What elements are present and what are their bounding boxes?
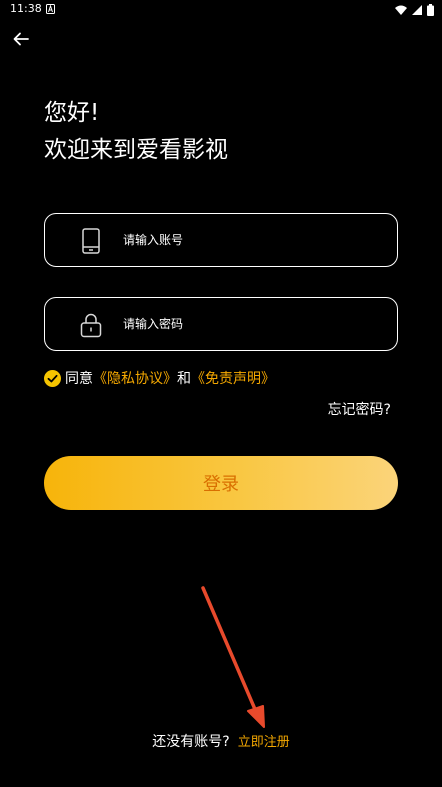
password-field[interactable] [44,297,398,351]
phone-icon [82,228,100,254]
battery-icon [427,4,434,16]
status-time: 11:38 [10,2,42,15]
password-input[interactable] [123,298,383,350]
agree-prefix: 同意 [65,371,93,387]
account-input[interactable] [123,214,383,266]
login-screen: 11:38 您好! 欢迎来到爱看影视 请输入账号 同意 《隐私协议》 和 《免责… [0,0,442,787]
register-row: 还没有账号? 立即注册 [0,731,442,751]
welcome-title: 欢迎来到爱看影视 [44,137,228,163]
agree-conjunction: 和 [177,371,191,387]
login-button[interactable]: 登录 [44,456,398,510]
checkbox-checked-icon[interactable] [44,369,61,387]
forgot-password-link[interactable]: 忘记密码? [328,399,391,419]
privacy-policy-link[interactable]: 《隐私协议》 [93,368,177,388]
no-account-text: 还没有账号? [152,734,230,750]
signal-icon [412,5,422,15]
back-button[interactable] [10,28,32,50]
lock-icon [80,313,102,338]
disclaimer-link[interactable]: 《免责声明》 [191,368,275,388]
status-icons [395,3,434,17]
account-field[interactable] [44,213,398,267]
a-notification-icon [46,4,55,14]
wifi-icon [395,5,407,15]
greeting-title: 您好! [44,100,100,126]
status-bar: 11:38 [0,0,442,20]
register-link[interactable]: 立即注册 [238,735,290,750]
agreement-row: 同意 《隐私协议》 和 《免责声明》 [44,368,275,388]
back-arrow-icon [13,32,29,46]
